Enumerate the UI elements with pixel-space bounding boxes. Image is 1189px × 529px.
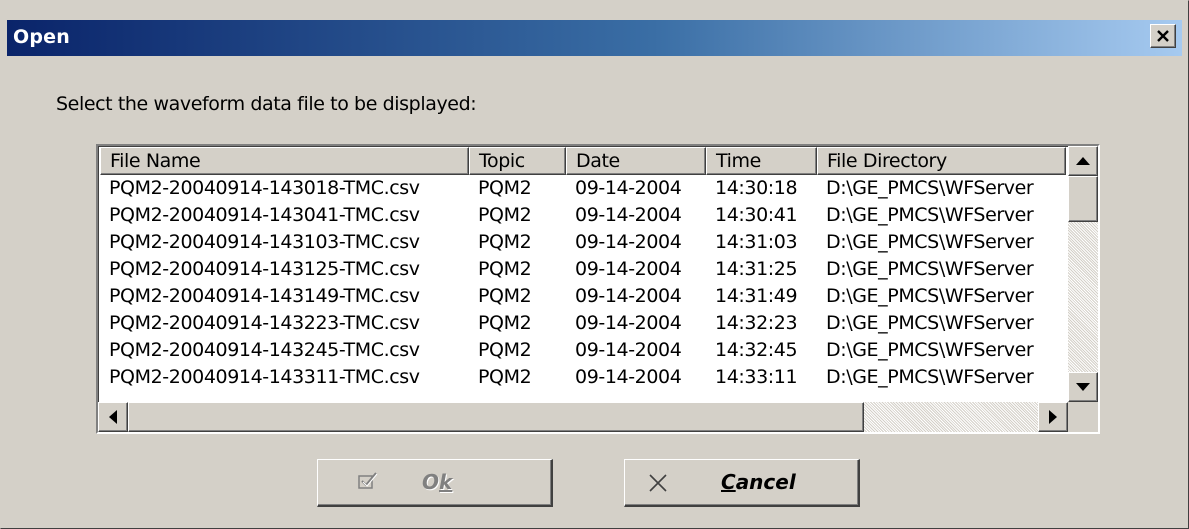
table-cell: 09-14-2004 <box>575 204 682 226</box>
table-cell: PQM2-20040914-143149-TMC.csv <box>109 285 420 307</box>
table-row[interactable]: PQM2-20040914-143311-TMC.csv PQM2 09-14-20… <box>100 364 1066 391</box>
table-cell: 09-14-2004 <box>575 366 682 388</box>
table-cell: D:\GE_PMCS\WFServer <box>826 258 1034 280</box>
table-cell: PQM2-20040914-143103-TMC.csv <box>109 231 420 253</box>
table-cell: 09-14-2004 <box>575 339 682 361</box>
horizontal-scroll-thumb[interactable] <box>128 402 864 432</box>
table-cell: PQM2-20040914-143018-TMC.csv <box>109 177 420 199</box>
column-header-date[interactable]: Date <box>566 147 706 175</box>
cancel-button-label: Cancel <box>721 470 796 494</box>
table-row[interactable]: PQM2-20040914-143018-TMC.csv PQM2 09-14-20… <box>100 175 1066 202</box>
table-cell: 14:31:25 <box>715 258 798 280</box>
ok-button[interactable]: Ok <box>317 459 553 507</box>
table-cell: PQM2 <box>478 366 532 388</box>
table-cell: 14:30:18 <box>715 177 798 199</box>
file-rows: PQM2-20040914-143018-TMC.csv PQM2 09-14-20… <box>100 175 1066 391</box>
table-cell: 09-14-2004 <box>575 285 682 307</box>
table-cell: D:\GE_PMCS\WFServer <box>826 312 1034 334</box>
table-cell: D:\GE_PMCS\WFServer <box>826 231 1034 253</box>
arrow-up-icon <box>1076 157 1090 165</box>
scroll-up-button[interactable] <box>1068 146 1098 176</box>
horizontal-scrollbar[interactable] <box>98 402 1068 432</box>
table-row[interactable]: PQM2-20040914-143223-TMC.csv PQM2 09-14-20… <box>100 310 1066 337</box>
table-cell: 09-14-2004 <box>575 258 682 280</box>
table-cell: 09-14-2004 <box>575 312 682 334</box>
column-header-row: File Name Topic Date Time File Directory <box>100 147 1066 175</box>
table-cell: PQM2 <box>478 339 532 361</box>
table-cell: 14:33:11 <box>715 366 798 388</box>
table-cell: 14:31:49 <box>715 285 798 307</box>
arrow-left-icon <box>109 410 117 424</box>
table-cell: PQM2 <box>478 231 532 253</box>
table-cell: PQM2-20040914-143311-TMC.csv <box>109 366 420 388</box>
table-cell: D:\GE_PMCS\WFServer <box>826 366 1034 388</box>
prompt-label: Select the waveform data file to be disp… <box>56 93 477 115</box>
column-header-file-name[interactable]: File Name <box>100 147 469 175</box>
column-header-time[interactable]: Time <box>706 147 817 175</box>
dialog-title: Open <box>13 26 70 48</box>
table-cell: D:\GE_PMCS\WFServer <box>826 285 1034 307</box>
vertical-scrollbar[interactable] <box>1068 146 1098 402</box>
table-row[interactable]: PQM2-20040914-143149-TMC.csv PQM2 09-14-20… <box>100 283 1066 310</box>
table-cell: PQM2-20040914-143245-TMC.csv <box>109 339 420 361</box>
column-header-topic[interactable]: Topic <box>469 147 566 175</box>
table-cell: 09-14-2004 <box>575 177 682 199</box>
scrollbar-corner <box>1068 402 1098 432</box>
scroll-right-button[interactable] <box>1038 402 1068 432</box>
close-icon <box>1157 29 1169 42</box>
table-row[interactable]: PQM2-20040914-143245-TMC.csv PQM2 09-14-20… <box>100 337 1066 364</box>
table-cell: 14:32:45 <box>715 339 798 361</box>
table-cell: PQM2-20040914-143223-TMC.csv <box>109 312 420 334</box>
table-cell: PQM2 <box>478 177 532 199</box>
table-cell: 14:31:03 <box>715 231 798 253</box>
table-row[interactable]: PQM2-20040914-143041-TMC.csv PQM2 09-14-20… <box>100 202 1066 229</box>
table-cell: 14:32:23 <box>715 312 798 334</box>
table-cell: PQM2-20040914-143041-TMC.csv <box>109 204 420 226</box>
close-icon <box>649 474 667 492</box>
checkmark-icon <box>358 472 378 489</box>
table-row[interactable]: PQM2-20040914-143103-TMC.csv PQM2 09-14-20… <box>100 229 1066 256</box>
open-dialog: Open Select the waveform data file to be… <box>0 0 1189 529</box>
table-cell: D:\GE_PMCS\WFServer <box>826 177 1034 199</box>
table-cell: PQM2 <box>478 285 532 307</box>
dialog-body: Select the waveform data file to be disp… <box>1 59 1188 528</box>
ok-button-label: Ok <box>422 470 453 494</box>
table-cell: PQM2-20040914-143125-TMC.csv <box>109 258 420 280</box>
table-cell: D:\GE_PMCS\WFServer <box>826 339 1034 361</box>
scroll-left-button[interactable] <box>98 402 128 432</box>
arrow-right-icon <box>1049 410 1057 424</box>
file-list[interactable]: File Name Topic Date Time File Directory… <box>96 144 1100 434</box>
table-cell: PQM2 <box>478 258 532 280</box>
table-row[interactable]: PQM2-20040914-143125-TMC.csv PQM2 09-14-20… <box>100 256 1066 283</box>
arrow-down-icon <box>1076 383 1090 391</box>
title-bar[interactable]: Open <box>7 20 1182 56</box>
table-cell: 14:30:41 <box>715 204 798 226</box>
vertical-scroll-thumb[interactable] <box>1068 176 1098 222</box>
table-cell: D:\GE_PMCS\WFServer <box>826 204 1034 226</box>
table-cell: PQM2 <box>478 204 532 226</box>
close-button[interactable] <box>1150 24 1176 48</box>
table-cell: 09-14-2004 <box>575 231 682 253</box>
column-header-file-directory[interactable]: File Directory <box>817 147 1066 175</box>
scroll-down-button[interactable] <box>1068 372 1098 402</box>
table-cell: PQM2 <box>478 312 532 334</box>
cancel-button[interactable]: Cancel <box>624 459 860 507</box>
